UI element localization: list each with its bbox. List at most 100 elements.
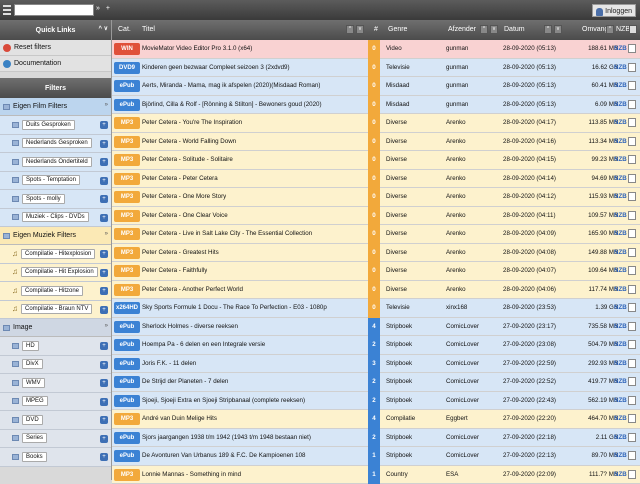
toggle-icon[interactable]: » [105, 102, 108, 108]
row-checkbox[interactable] [628, 377, 636, 386]
add-filter-icon[interactable]: + [100, 269, 108, 277]
row-title[interactable]: Peter Cetera - One More Story [142, 193, 226, 200]
add-filter-icon[interactable]: + [100, 158, 108, 166]
category-badge[interactable]: ePub [114, 395, 140, 407]
row-checkbox[interactable] [628, 322, 636, 331]
toggle-icon[interactable]: » [105, 231, 108, 237]
row-poster[interactable]: Arenko [446, 156, 466, 163]
add-filter-icon[interactable]: + [100, 306, 108, 314]
row-checkbox[interactable] [628, 155, 636, 164]
nzb-link[interactable]: NZB [614, 341, 627, 348]
category-badge[interactable]: MP3 [114, 469, 140, 481]
nzb-link[interactable]: NZB [614, 249, 627, 256]
row-poster[interactable]: Arenko [446, 175, 466, 182]
category-badge[interactable]: ePub [114, 80, 140, 92]
row-title[interactable]: Sky Sports Formule 1 Docu - The Race To … [142, 304, 327, 311]
row-title[interactable]: Sjoeji, Sjoeji Extra en Sjoeji Stripbana… [142, 397, 305, 404]
row-checkbox[interactable] [628, 470, 636, 479]
row-poster[interactable]: gunman [446, 64, 468, 71]
row-title[interactable]: De Strijd der Planeten - 7 delen [142, 378, 228, 385]
row-checkbox[interactable] [628, 414, 636, 423]
row-checkbox[interactable] [628, 229, 636, 238]
row-checkbox[interactable] [628, 81, 636, 90]
filter-item[interactable]: Spots - Temptation+ [0, 172, 111, 191]
row-title[interactable]: MovieMator Video Editor Pro 3.1.0 (x64) [142, 45, 252, 52]
row-title[interactable]: Peter Cetera - World Falling Down [142, 138, 236, 145]
col-size[interactable]: Omvang [582, 26, 608, 33]
filter-item[interactable]: DivX+ [0, 356, 111, 375]
add-filter-icon[interactable]: + [100, 379, 108, 387]
select-all-checkbox[interactable] [629, 25, 637, 34]
add-filter-icon[interactable]: + [100, 435, 108, 443]
category-badge[interactable]: MP3 [114, 413, 140, 425]
filter-section[interactable]: Image» [0, 319, 111, 337]
category-badge[interactable]: MP3 [114, 136, 140, 148]
nzb-link[interactable]: NZB [614, 45, 627, 52]
col-nzb[interactable]: NZB [616, 26, 630, 33]
row-title[interactable]: Peter Cetera - Peter Cetera [142, 175, 218, 182]
filter-item[interactable]: ♫Compilatie - Hitexplosion+ [0, 245, 111, 264]
table-row[interactable]: MP3 Peter Cetera - Peter Cetera 0 Divers… [112, 170, 640, 189]
row-checkbox[interactable] [628, 174, 636, 183]
category-badge[interactable]: MP3 [114, 265, 140, 277]
nzb-link[interactable]: NZB [614, 119, 627, 126]
row-checkbox[interactable] [628, 44, 636, 53]
filter-section[interactable]: Eigen Film Filters» [0, 98, 111, 116]
category-badge[interactable]: MP3 [114, 173, 140, 185]
table-row[interactable]: ePub Sherlock Holmes - diverse reeksen 4… [112, 318, 640, 337]
table-row[interactable]: MP3 Lonnie Mannas - Something in mind 1 … [112, 466, 640, 484]
row-poster[interactable]: ComicLover [446, 434, 479, 441]
col-poster[interactable]: Afzender [448, 26, 476, 33]
row-poster[interactable]: gunman [446, 45, 468, 52]
sort-down-icon[interactable]: v [490, 25, 498, 34]
table-row[interactable]: ePub Björlind, Cilla & Rolf - [Rönning &… [112, 96, 640, 115]
row-title[interactable]: Peter Cetera - Live in Salt Lake City - … [142, 230, 312, 237]
row-poster[interactable]: Arenko [446, 119, 466, 126]
row-title[interactable]: Sherlock Holmes - diverse reeksen [142, 323, 238, 330]
filter-item[interactable]: MPEG+ [0, 393, 111, 412]
add-filter-icon[interactable]: + [100, 250, 108, 258]
row-title[interactable]: Lonnie Mannas - Something in mind [142, 471, 241, 478]
collapse-icon[interactable]: ^ ∨ [98, 25, 108, 32]
col-num[interactable]: # [374, 26, 378, 33]
sort-down-icon[interactable]: v [356, 25, 364, 34]
row-checkbox[interactable] [628, 100, 636, 109]
sort-up-icon[interactable]: ^ [346, 25, 354, 34]
login-button[interactable]: Inloggen [592, 4, 636, 17]
category-badge[interactable]: MP3 [114, 154, 140, 166]
table-row[interactable]: x264HD Sky Sports Formule 1 Docu - The R… [112, 299, 640, 318]
table-row[interactable]: ePub De Avonturen Van Urbanus 189 & F.C.… [112, 447, 640, 466]
nzb-link[interactable]: NZB [614, 397, 627, 404]
col-genre[interactable]: Genre [388, 26, 407, 33]
add-filter-icon[interactable]: + [100, 140, 108, 148]
row-title[interactable]: Hoempa Pa - 6 delen en een Integrale ver… [142, 341, 265, 348]
row-checkbox[interactable] [628, 137, 636, 146]
row-poster[interactable]: ComicLover [446, 360, 479, 367]
row-poster[interactable]: Arenko [446, 193, 466, 200]
search-buttons[interactable]: » + [96, 5, 112, 12]
add-filter-icon[interactable]: + [100, 398, 108, 406]
nzb-link[interactable]: NZB [614, 286, 627, 293]
add-filter-icon[interactable]: + [100, 416, 108, 424]
row-poster[interactable]: Arenko [446, 286, 466, 293]
nzb-link[interactable]: NZB [614, 378, 627, 385]
category-badge[interactable]: MP3 [114, 210, 140, 222]
category-badge[interactable]: ePub [114, 358, 140, 370]
table-row[interactable]: ePub De Strijd der Planeten - 7 delen 2 … [112, 373, 640, 392]
filter-item[interactable]: ♫Compilatie - Hit Explosion+ [0, 264, 111, 283]
nzb-link[interactable]: NZB [614, 230, 627, 237]
add-filter-icon[interactable]: + [100, 214, 108, 222]
row-poster[interactable]: ComicLover [446, 397, 479, 404]
row-poster[interactable]: ComicLover [446, 323, 479, 330]
row-poster[interactable]: ESA [446, 471, 458, 478]
row-checkbox[interactable] [628, 340, 636, 349]
row-title[interactable]: Peter Cetera - Solitude - Solitaire [142, 156, 233, 163]
add-filter-icon[interactable]: + [100, 177, 108, 185]
row-checkbox[interactable] [628, 359, 636, 368]
category-badge[interactable]: ePub [114, 376, 140, 388]
table-row[interactable]: MP3 André van Duin Melige Hits 4 Compila… [112, 410, 640, 429]
col-title[interactable]: Titel [142, 26, 155, 33]
table-row[interactable]: MP3 Peter Cetera - Solitude - Solitaire … [112, 151, 640, 170]
category-badge[interactable]: ePub [114, 99, 140, 111]
category-badge[interactable]: WIN [114, 43, 140, 55]
